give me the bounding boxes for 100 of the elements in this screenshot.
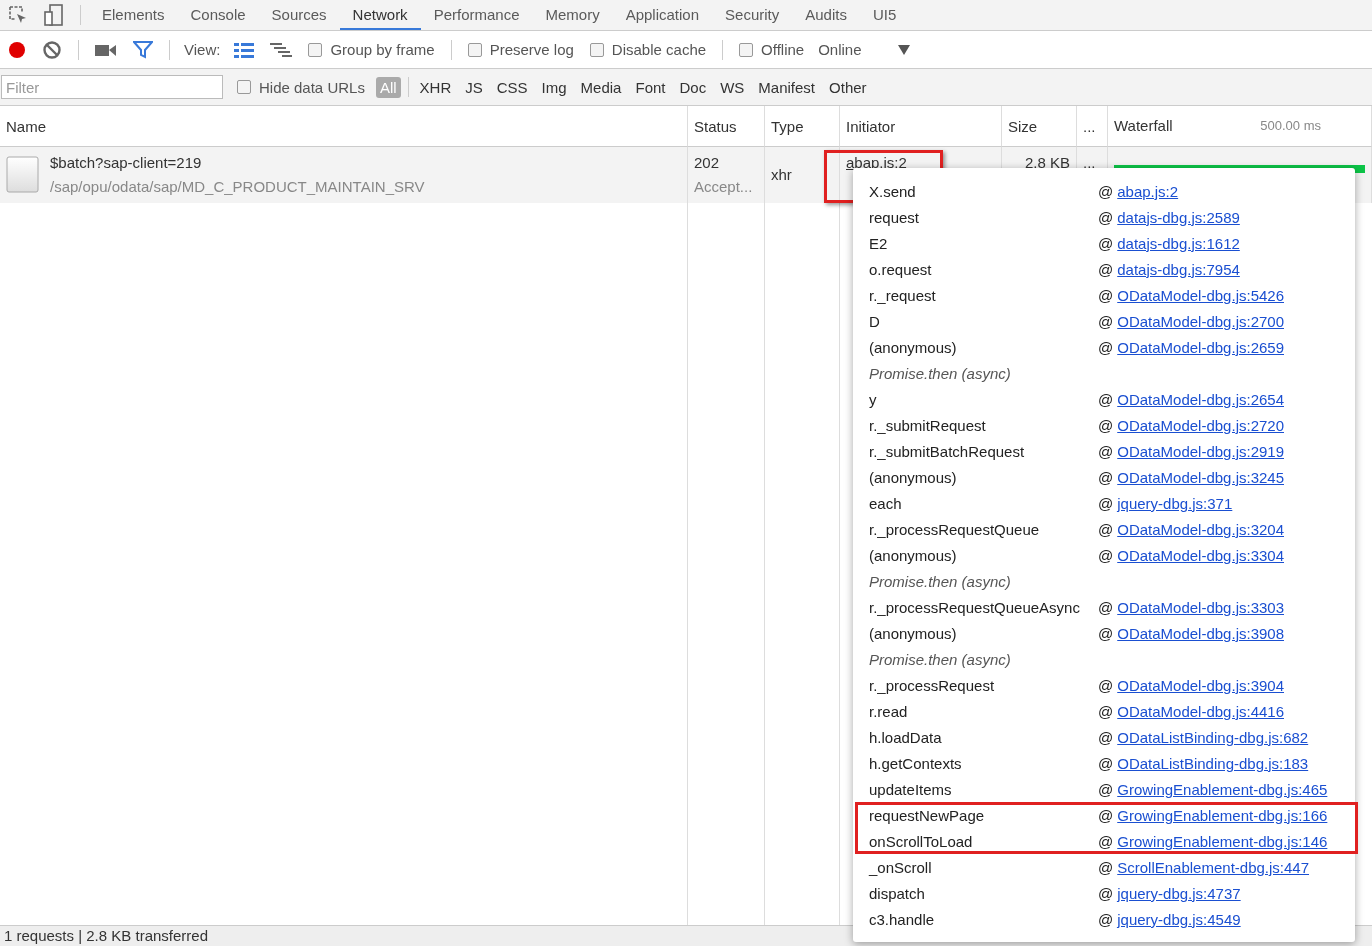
source-link[interactable]: jquery-dbg.js:4737 <box>1117 884 1241 902</box>
status-text: Accept... <box>694 177 753 197</box>
at-sign: @ <box>1098 234 1114 252</box>
source-link[interactable]: datajs-dbg.js:2589 <box>1117 208 1240 226</box>
source-link[interactable]: GrowingEnablement-dbg.js:166 <box>1117 806 1328 824</box>
checkbox[interactable]: Disable cache <box>589 41 707 58</box>
clear-icon[interactable] <box>42 39 62 60</box>
function-name: each <box>869 494 903 512</box>
at-sign: @ <box>1098 416 1114 434</box>
throttling-select[interactable]: Online <box>818 41 862 58</box>
source-link[interactable]: jquery-dbg.js:371 <box>1117 494 1233 512</box>
more-cell-text: ... <box>1083 153 1096 173</box>
waterfall-view-icon[interactable] <box>270 42 293 57</box>
function-name: r._processRequestQueue <box>869 520 1041 538</box>
panel-tab[interactable]: Sources <box>258 0 340 30</box>
source-link[interactable]: ODataModel-dbg.js:3908 <box>1117 624 1284 642</box>
source-link[interactable]: ODataModel-dbg.js:3204 <box>1117 520 1284 538</box>
source-link[interactable]: GrowingEnablement-dbg.js:146 <box>1117 832 1328 850</box>
function-name: updateItems <box>869 780 953 798</box>
panel-tab[interactable]: Application <box>612 0 713 30</box>
source-link[interactable]: ODataModel-dbg.js:3303 <box>1117 598 1284 616</box>
checkbox[interactable]: Group by frame <box>308 41 435 58</box>
resource-type-filter[interactable]: Media <box>576 76 626 98</box>
source-link[interactable]: datajs-dbg.js:7954 <box>1117 260 1240 278</box>
source-link[interactable]: ODataModel-dbg.js:3904 <box>1117 676 1284 694</box>
function-name: dispatch <box>869 884 926 902</box>
at-sign: @ <box>1098 884 1114 902</box>
resource-type-filter[interactable]: Doc <box>675 76 711 98</box>
at-sign: @ <box>1098 546 1114 564</box>
panel-tab[interactable]: Audits <box>792 0 860 30</box>
at-sign: @ <box>1098 598 1114 616</box>
resource-type-filter[interactable]: Manifest <box>754 76 820 98</box>
inspect-icon[interactable] <box>8 5 28 25</box>
source-link[interactable]: ODataModel-dbg.js:2700 <box>1117 312 1284 330</box>
resource-type-filter[interactable]: CSS <box>492 76 532 98</box>
at-sign: @ <box>1098 390 1114 408</box>
record-icon[interactable] <box>8 40 26 59</box>
at-sign: @ <box>1098 806 1114 824</box>
filter-icon[interactable] <box>133 40 153 59</box>
at-sign: @ <box>1098 468 1114 486</box>
status-code: 202 <box>694 153 720 173</box>
function-name: r._processRequestQueueAsync <box>869 598 1081 616</box>
panel-tab[interactable]: Security <box>712 0 793 30</box>
source-link[interactable]: ODataListBinding-dbg.js:682 <box>1117 728 1309 746</box>
function-name: o.request <box>869 260 933 278</box>
panel-tab[interactable]: Memory <box>532 0 613 30</box>
source-link[interactable]: abap.js:2 <box>1117 182 1179 200</box>
panel-tab[interactable]: Elements <box>89 0 178 30</box>
resource-type-filter[interactable]: XHR <box>415 76 456 98</box>
checkbox[interactable]: Preserve log <box>467 41 574 58</box>
source-link[interactable]: ODataModel-dbg.js:5426 <box>1117 286 1284 304</box>
resource-type-filter[interactable]: JS <box>461 76 487 98</box>
function-name: r._request <box>869 286 937 304</box>
waterfall-scale: 500.00 ms <box>1260 117 1321 135</box>
resource-type-filter[interactable]: WS <box>716 76 749 98</box>
panel-tab[interactable]: Console <box>177 0 259 30</box>
source-link[interactable]: ODataModel-dbg.js:2659 <box>1117 338 1284 356</box>
function-name: (anonymous) <box>869 546 958 564</box>
source-link[interactable]: ODataModel-dbg.js:3304 <box>1117 546 1284 564</box>
at-sign: @ <box>1098 832 1114 850</box>
source-link[interactable]: jquery-dbg.js:4549 <box>1117 910 1241 928</box>
device-icon[interactable] <box>44 4 64 26</box>
column-title: Waterfall <box>1114 116 1173 136</box>
panel-tab[interactable]: UI5 <box>859 0 910 30</box>
at-sign: @ <box>1098 728 1114 746</box>
view-label: View: <box>184 41 221 58</box>
source-link[interactable]: ODataModel-dbg.js:2919 <box>1117 442 1284 460</box>
checkbox[interactable]: Hide data URLs <box>237 78 365 96</box>
function-name: X.send <box>869 182 917 200</box>
source-link[interactable]: ODataModel-dbg.js:2720 <box>1117 416 1284 434</box>
source-link[interactable]: GrowingEnablement-dbg.js:465 <box>1117 780 1328 798</box>
async-label: Promise.then (async) <box>869 650 1012 668</box>
resource-type-filter[interactable]: Img <box>537 76 571 98</box>
function-name: onScrollToLoad <box>869 832 974 850</box>
source-link[interactable]: ODataModel-dbg.js:3245 <box>1117 468 1284 486</box>
resource-type-filter[interactable]: Other <box>825 76 871 98</box>
file-icon <box>6 156 40 194</box>
request-path: /sap/opu/odata/sap/MD_C_PRODUCT_MAINTAIN_SRV <box>50 177 425 197</box>
function-name: D <box>869 312 881 330</box>
at-sign: @ <box>1098 780 1114 798</box>
resource-type-filter[interactable]: Font <box>631 76 670 98</box>
source-link[interactable]: ODataModel-dbg.js:2654 <box>1117 390 1284 408</box>
at-sign: @ <box>1098 494 1114 512</box>
checkbox[interactable]: Offline <box>739 41 805 58</box>
dropdown-caret-icon[interactable] <box>897 44 910 55</box>
source-link[interactable]: datajs-dbg.js:1612 <box>1117 234 1240 252</box>
request-name[interactable]: $batch?sap-client=219 <box>50 151 425 175</box>
function-name: requestNewPage <box>869 806 986 824</box>
source-link[interactable]: ODataModel-dbg.js:4416 <box>1117 702 1284 720</box>
at-sign: @ <box>1098 520 1114 538</box>
panel-tab[interactable]: Performance <box>420 0 533 30</box>
async-label: Promise.then (async) <box>869 572 1012 590</box>
filter-field[interactable]: Filter <box>1 75 223 99</box>
function-name: r.read <box>869 702 909 720</box>
large-rows-icon[interactable] <box>234 41 255 58</box>
video-camera-icon[interactable] <box>95 42 117 57</box>
size-cell-text: 2.8 KB <box>1024 153 1070 173</box>
source-link[interactable]: ODataListBinding-dbg.js:183 <box>1117 754 1309 772</box>
function-name: c3.handle <box>869 910 936 928</box>
source-link[interactable]: ScrollEnablement-dbg.js:447 <box>1117 858 1309 876</box>
